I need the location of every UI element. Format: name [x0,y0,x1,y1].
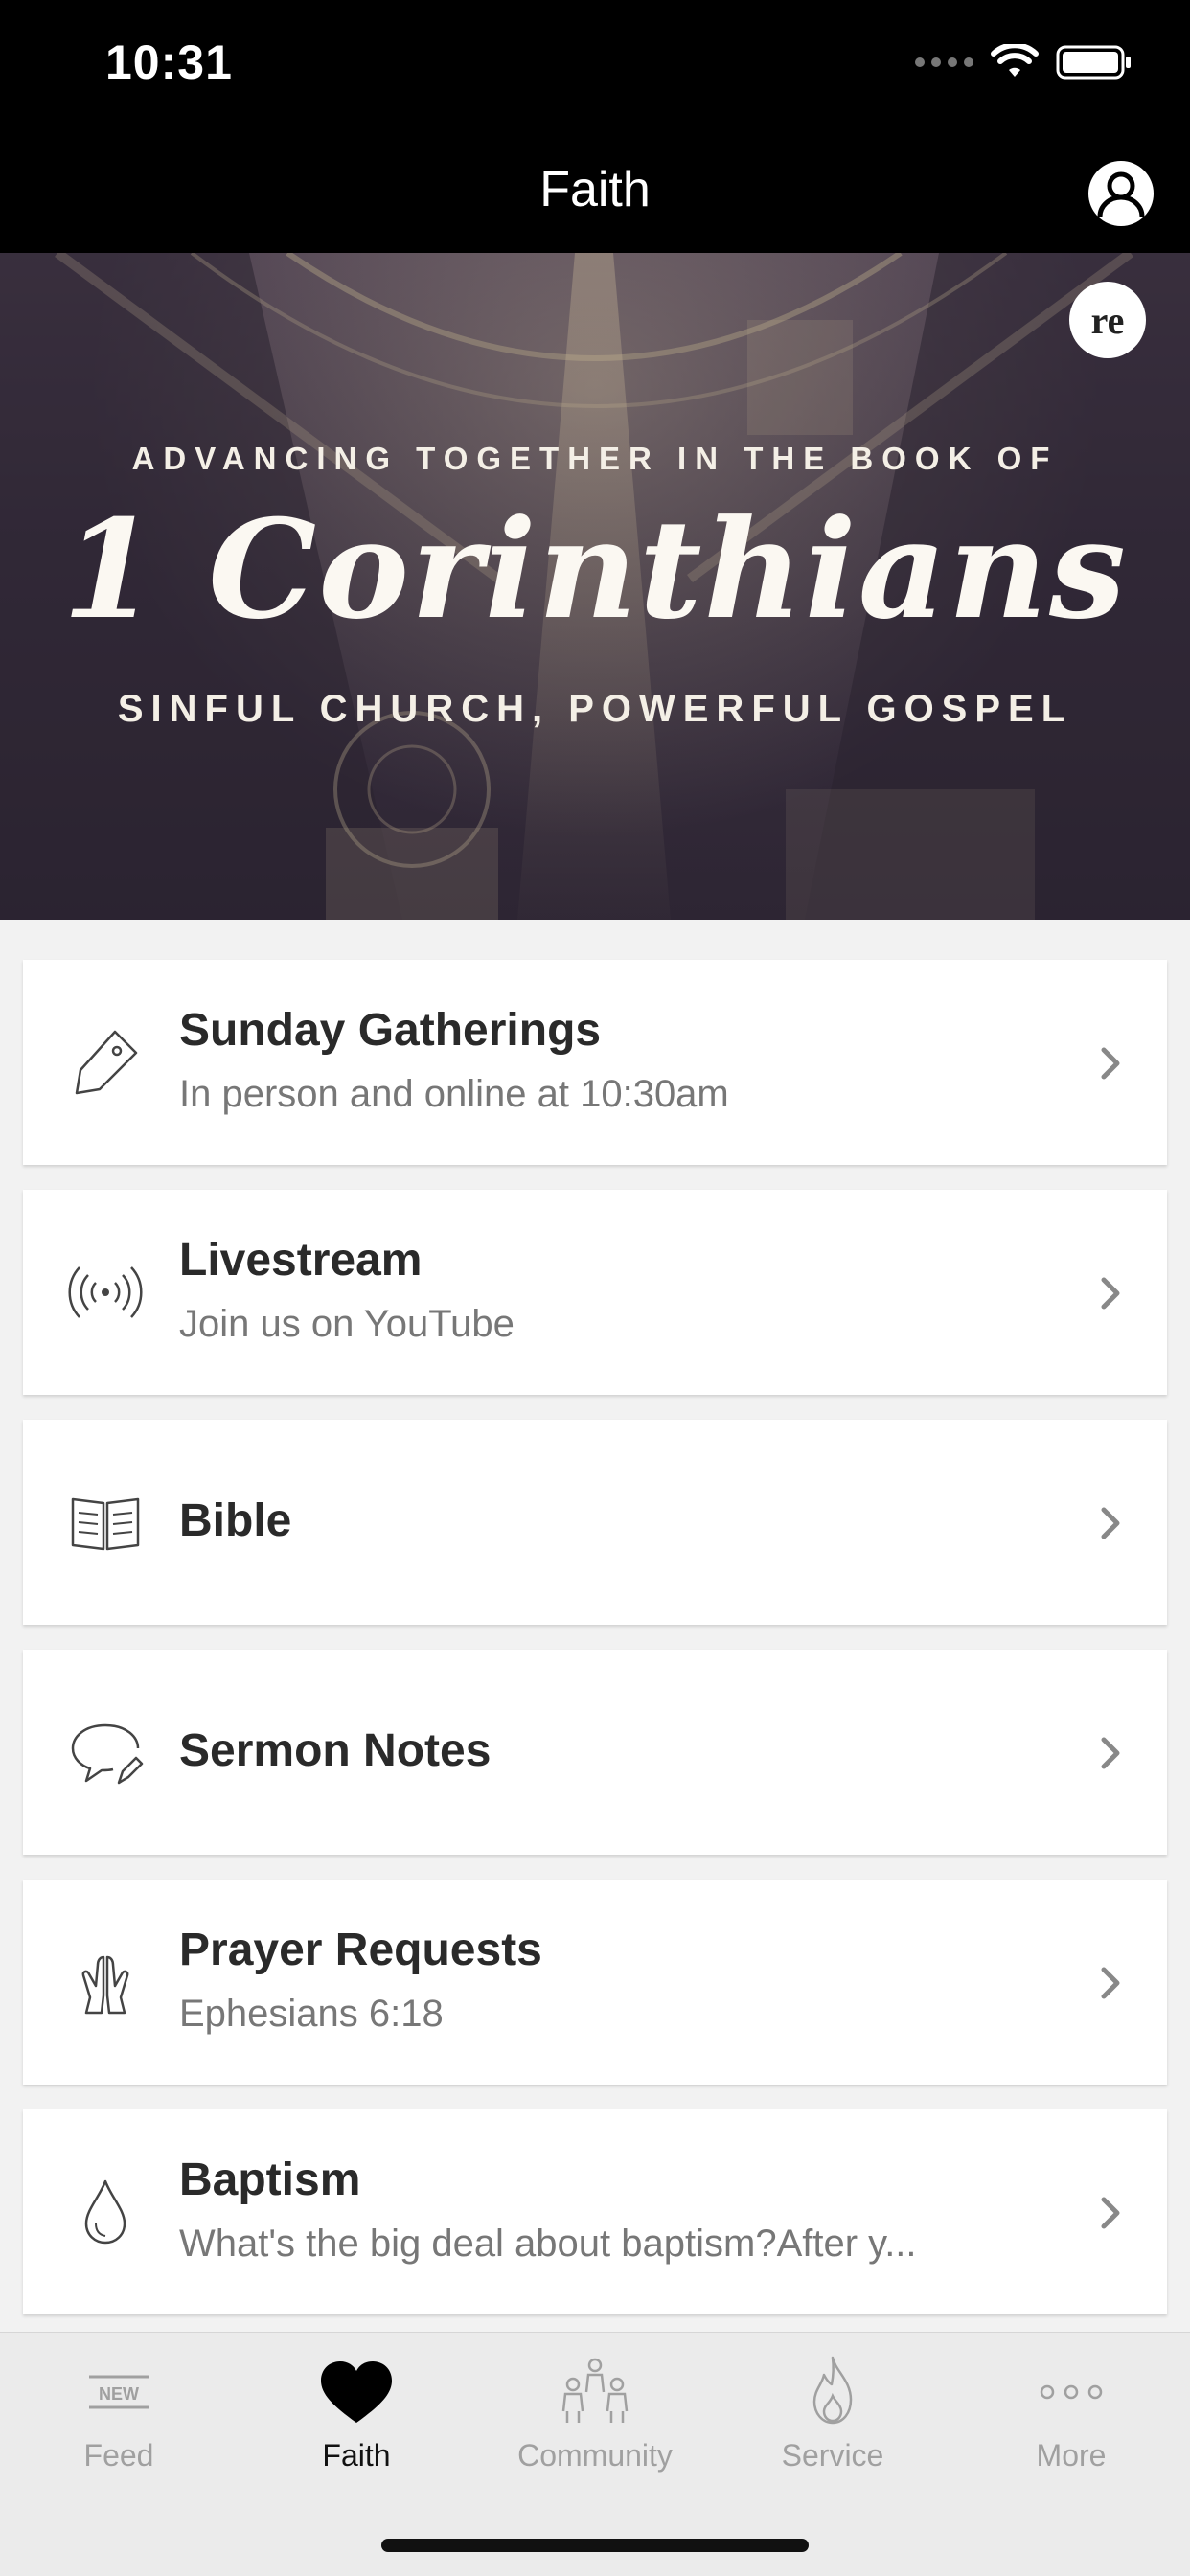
card-title: Baptism [179,2154,361,2205]
tab-feed[interactable]: NEW Feed [0,2354,238,2507]
wifi-icon [991,44,1039,77]
home-indicator[interactable] [381,2539,809,2552]
card-title: Prayer Requests [179,1925,542,1975]
chevron-right-icon [1101,1277,1120,1310]
flame-icon [812,2356,853,2425]
card-subtitle: Ephesians 6:18 [179,1993,444,2035]
tag-icon [75,1030,138,1095]
water-drop-icon [84,2179,126,2245]
card-subtitle: In person and online at 10:30am [179,1073,729,1115]
status-bar: 10:31 [0,0,1190,134]
chevron-right-icon [1101,1737,1120,1769]
card-title: Sermon Notes [179,1725,492,1776]
status-icons [915,44,1133,80]
card-subtitle: What's the big deal about baptism?After … [179,2223,917,2265]
card-sunday-gatherings[interactable]: Sunday Gatherings In person and online a… [23,960,1167,1165]
card-bible[interactable]: Bible [23,1420,1167,1625]
tab-faith[interactable]: Faith [238,2354,475,2507]
cellular-signal-icon [915,57,973,67]
user-avatar-icon [1088,161,1154,226]
card-subtitle: Join us on YouTube [179,1303,515,1345]
tab-label: Feed [83,2438,154,2473]
card-baptism[interactable]: Baptism What's the big deal about baptis… [23,2109,1167,2314]
chevron-right-icon [1101,2197,1120,2229]
battery-icon [1056,45,1131,80]
people-icon [561,2358,629,2423]
speech-bubble-pencil-icon [71,1723,144,1785]
status-time: 10:31 [105,35,233,89]
card-sermon-notes[interactable]: Sermon Notes [23,1650,1167,1855]
profile-button[interactable] [1087,159,1156,228]
card-title: Bible [179,1495,292,1546]
svg-text:NEW: NEW [99,2384,139,2404]
page-title: Faith [539,162,651,217]
tab-label: Service [781,2438,884,2473]
chevron-right-icon [1101,1967,1120,1999]
open-book-icon [71,1497,140,1551]
hero-kicker: ADVANCING TOGETHER IN THE BOOK OF [131,441,1059,476]
tab-more[interactable]: More [952,2354,1190,2507]
chevron-right-icon [1101,1507,1120,1539]
hero-title: 1 Corinthians [62,490,1128,650]
tab-label: Faith [322,2438,391,2473]
chevron-right-icon [1101,1047,1120,1080]
church-logo-badge: re [1069,282,1146,358]
card-livestream[interactable]: Livestream Join us on YouTube [23,1190,1167,1395]
tab-service[interactable]: Service [714,2354,951,2507]
card-title: Sunday Gatherings [179,1005,602,1056]
new-badge-icon: NEW [89,2375,149,2409]
hero-banner[interactable]: re ADVANCING TOGETHER IN THE BOOK OF 1 C… [0,253,1190,920]
more-dots-icon [1040,2384,1103,2400]
card-prayer-requests[interactable]: Prayer Requests Ephesians 6:18 [23,1880,1167,2085]
hero-subtitle: SINFUL CHURCH, POWERFUL GOSPEL [117,688,1073,730]
tab-label: More [1036,2438,1107,2473]
card-title: Livestream [179,1235,423,1286]
tab-community[interactable]: Community [476,2354,714,2507]
praying-hands-icon [81,1955,129,2015]
broadcast-icon [68,1266,143,1318]
heart-icon [321,2361,392,2423]
navigation-bar: Faith [0,134,1190,253]
tab-label: Community [517,2438,673,2473]
